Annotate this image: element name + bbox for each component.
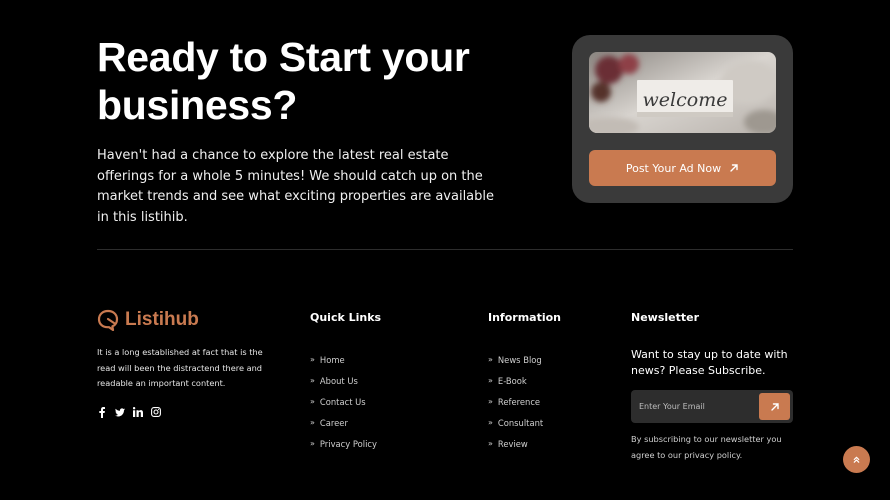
section-divider bbox=[97, 249, 793, 250]
newsletter-title: Newsletter bbox=[631, 311, 700, 324]
info-link-label: Review bbox=[497, 438, 528, 449]
brand-logo[interactable]: Listihub bbox=[97, 309, 199, 331]
post-ad-card: welcome Post Your Ad Now bbox=[572, 35, 793, 203]
newsletter-privacy-note: By subscribing to our newsletter you agr… bbox=[631, 434, 782, 460]
quick-links-title: Quick Links bbox=[310, 311, 382, 324]
information-list: » News Blog » E-Book » Reference » Consultan… bbox=[488, 349, 543, 454]
quick-link-about-us[interactable]: » About Us bbox=[310, 370, 377, 391]
linkedin-icon[interactable] bbox=[133, 406, 143, 418]
facebook-icon[interactable] bbox=[97, 406, 107, 418]
chat-bubble-logo-icon bbox=[97, 309, 119, 331]
post-ad-button-label: Post Your Ad Now bbox=[625, 161, 722, 175]
info-link-label: News Blog bbox=[497, 354, 542, 365]
quick-link-label: Contact Us bbox=[319, 396, 366, 407]
hero-description: Haven't had a chance to explore the late… bbox=[97, 148, 495, 225]
email-input[interactable] bbox=[639, 390, 749, 423]
double-chevron-right-icon: » bbox=[310, 376, 315, 385]
double-chevron-right-icon: » bbox=[310, 397, 315, 406]
arrow-up-right-icon bbox=[770, 402, 779, 411]
quick-links-list: » Home » About Us » Contact Us » Career » Pri… bbox=[310, 349, 377, 454]
quick-link-privacy-policy[interactable]: » Privacy Policy bbox=[310, 433, 377, 454]
info-link-review[interactable]: » Review bbox=[488, 433, 543, 454]
double-chevron-right-icon: » bbox=[488, 355, 493, 364]
double-chevron-right-icon: » bbox=[310, 439, 315, 448]
welcome-sign-illustration: welcome bbox=[589, 52, 776, 133]
info-link-news-blog[interactable]: » News Blog bbox=[488, 349, 543, 370]
scroll-to-top-button[interactable] bbox=[843, 446, 870, 473]
double-chevron-up-icon bbox=[853, 456, 860, 463]
quick-link-label: Career bbox=[319, 417, 348, 428]
newsletter-description: Want to stay up to date with news? Pleas… bbox=[631, 348, 788, 377]
double-chevron-right-icon: » bbox=[488, 418, 493, 427]
quick-link-label: Home bbox=[319, 354, 345, 365]
double-chevron-right-icon: » bbox=[488, 376, 493, 385]
brand-description: It is a long established at fact that is… bbox=[97, 347, 263, 388]
newsletter-form bbox=[631, 390, 793, 423]
arrow-up-right-icon bbox=[730, 164, 738, 172]
quick-link-career[interactable]: » Career bbox=[310, 412, 377, 433]
social-links bbox=[97, 406, 161, 418]
info-link-label: E-Book bbox=[497, 375, 527, 386]
double-chevron-right-icon: » bbox=[488, 439, 493, 448]
info-link-reference[interactable]: » Reference bbox=[488, 391, 543, 412]
double-chevron-right-icon: » bbox=[310, 418, 315, 427]
welcome-sign-text: welcome bbox=[643, 89, 728, 111]
double-chevron-right-icon: » bbox=[310, 355, 315, 364]
subscribe-button[interactable] bbox=[759, 393, 790, 420]
quick-link-contact-us[interactable]: » Contact Us bbox=[310, 391, 377, 412]
info-link-consultant[interactable]: » Consultant bbox=[488, 412, 543, 433]
quick-link-label: About Us bbox=[319, 375, 358, 386]
twitter-icon[interactable] bbox=[115, 406, 125, 418]
info-link-label: Reference bbox=[497, 396, 541, 407]
post-ad-button[interactable]: Post Your Ad Now bbox=[589, 150, 776, 186]
info-link-label: Consultant bbox=[497, 417, 544, 428]
double-chevron-right-icon: » bbox=[488, 397, 493, 406]
quick-link-home[interactable]: » Home bbox=[310, 349, 377, 370]
welcome-image: welcome bbox=[589, 52, 776, 133]
brand-name: Listihub bbox=[125, 309, 199, 330]
information-title: Information bbox=[488, 311, 561, 324]
instagram-icon[interactable] bbox=[151, 406, 161, 418]
info-link-e-book[interactable]: » E-Book bbox=[488, 370, 543, 391]
hero-title: Ready to Start your business? bbox=[97, 34, 470, 128]
quick-link-label: Privacy Policy bbox=[319, 438, 377, 449]
